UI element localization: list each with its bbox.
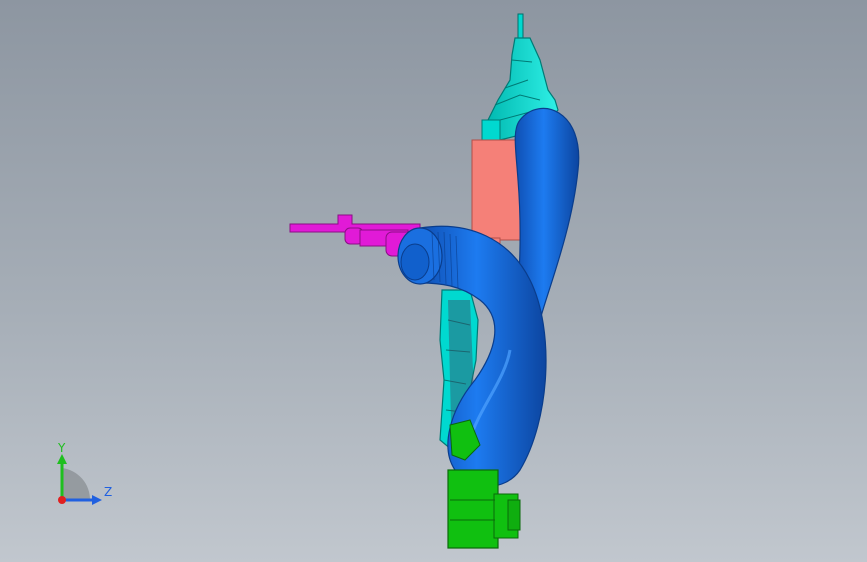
triad-quadrant [62,468,91,500]
y-arrow-icon [57,454,67,464]
orientation-triad: Y Z [57,441,112,505]
3d-model[interactable] [0,0,867,562]
z-arrow-icon [92,495,102,505]
z-axis-label: Z [104,485,112,499]
3d-viewport[interactable]: Y Z [0,0,867,562]
y-axis-label: Y [57,441,66,455]
x-axis-point [58,496,66,504]
